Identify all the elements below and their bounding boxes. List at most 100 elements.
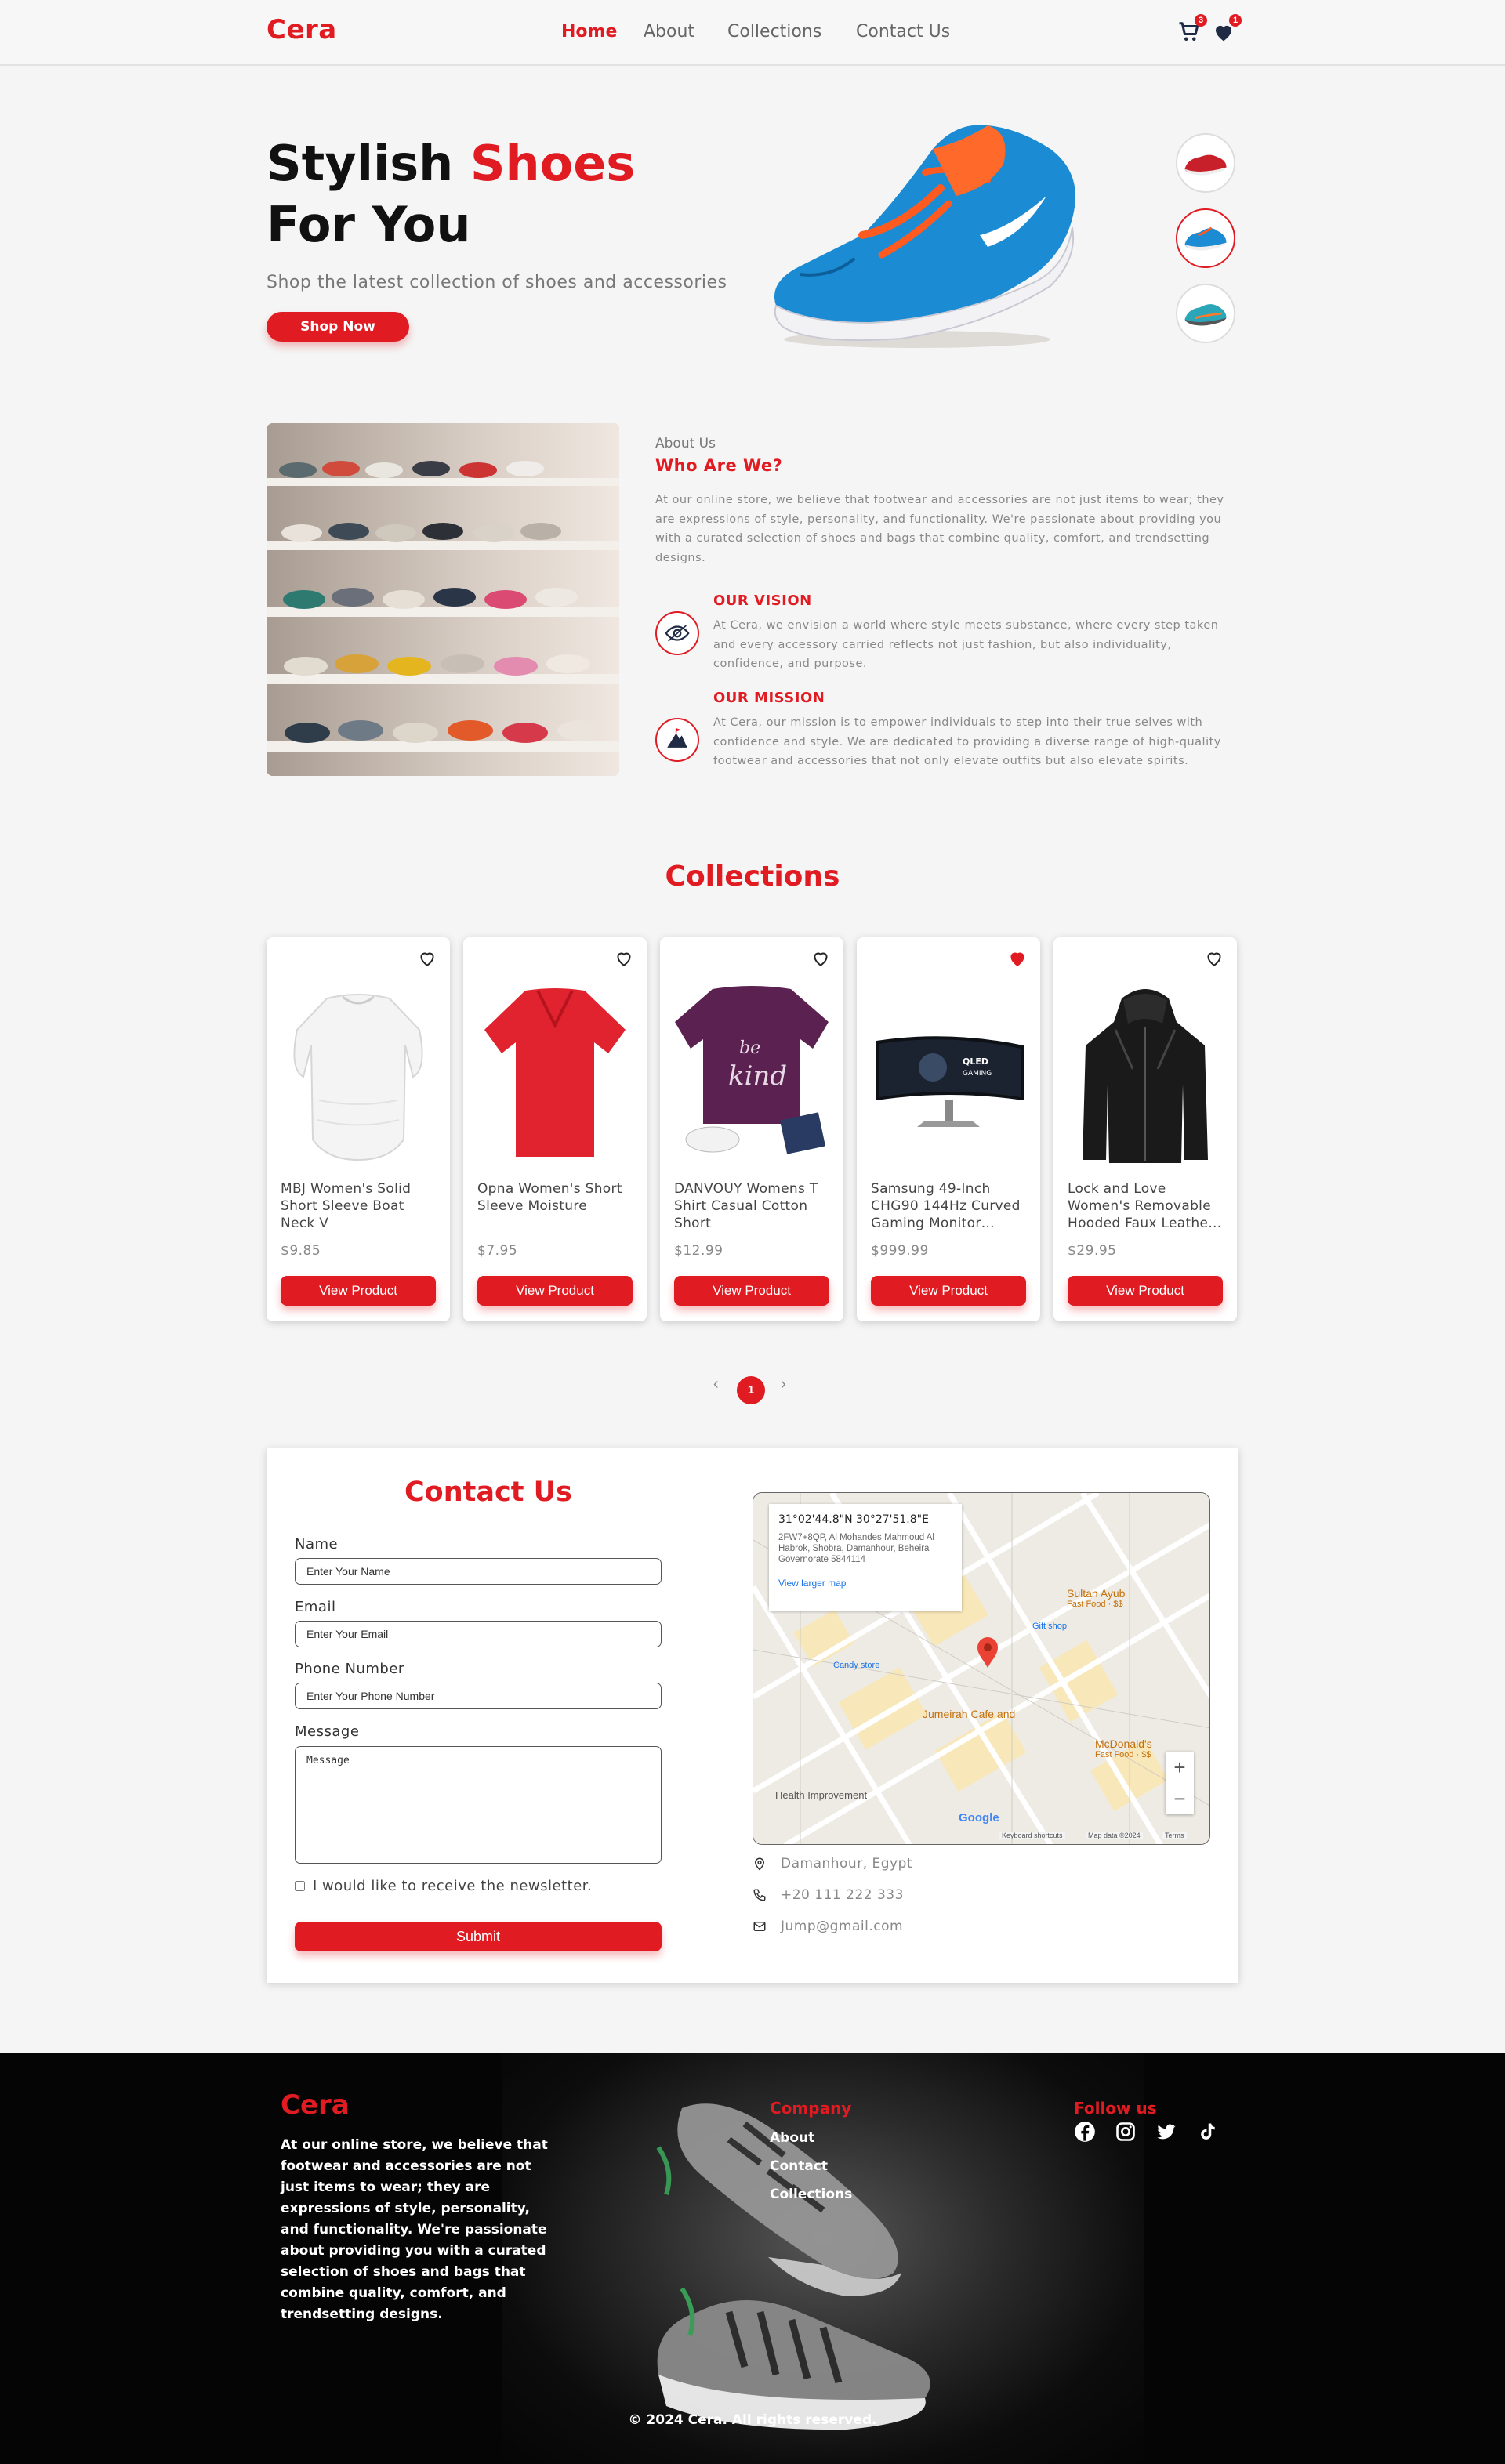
map-label-sultan: Sultan Ayub bbox=[1067, 1587, 1126, 1600]
about-label: About Us bbox=[655, 436, 716, 451]
footer-link-collections[interactable]: Collections bbox=[770, 2187, 852, 2202]
product-card: QLED GAMING Samsung 49-Inch CHG90 144Hz … bbox=[857, 937, 1040, 1321]
nav-link-contact[interactable]: Contact Us bbox=[856, 22, 950, 42]
map-pin-icon bbox=[977, 1637, 998, 1668]
phone-text: +20 111 222 333 bbox=[781, 1887, 904, 1903]
nav-link-home[interactable]: Home bbox=[561, 22, 617, 42]
svg-text:QLED: QLED bbox=[963, 1056, 988, 1067]
hero-title-prefix: Stylish bbox=[267, 135, 454, 192]
phone-input[interactable] bbox=[295, 1683, 662, 1709]
hero-shoe-image bbox=[774, 125, 1075, 348]
zoom-in-button[interactable]: + bbox=[1166, 1752, 1194, 1783]
favorite-heart-icon-filled[interactable] bbox=[1007, 948, 1028, 969]
pagination-prev[interactable]: ‹ bbox=[713, 1375, 719, 1393]
map-data-label: Map data ©2024 bbox=[1086, 1832, 1143, 1839]
message-textarea[interactable] bbox=[295, 1746, 662, 1864]
favorite-heart-icon[interactable] bbox=[1204, 948, 1224, 969]
facebook-icon[interactable] bbox=[1074, 2121, 1096, 2143]
wishlist-count-badge: 1 bbox=[1229, 14, 1242, 27]
name-label: Name bbox=[295, 1536, 339, 1553]
tiktok-icon[interactable] bbox=[1196, 2121, 1218, 2143]
twitter-icon[interactable] bbox=[1155, 2121, 1177, 2143]
message-label: Message bbox=[295, 1723, 360, 1740]
mission-title: OUR MISSION bbox=[713, 690, 825, 706]
about-heading: Who Are We? bbox=[655, 456, 783, 475]
shop-now-button[interactable]: Shop Now bbox=[267, 312, 409, 342]
navbar: Cera Home About Collections Contact Us 3… bbox=[0, 0, 1505, 66]
email-text: Jump@gmail.com bbox=[781, 1919, 904, 1934]
footer: Cera At our online store, we believe tha… bbox=[0, 2053, 1505, 2464]
favorite-heart-icon[interactable] bbox=[811, 948, 831, 969]
nav-link-collections[interactable]: Collections bbox=[727, 22, 821, 42]
product-price: $7.95 bbox=[477, 1243, 518, 1259]
map-address: 2FW7+8QP, Al Mohandes Mahmoud Al Habrok,… bbox=[778, 1533, 934, 1564]
product-card: MBJ Women's Solid Short Sleeve Boat Neck… bbox=[267, 937, 450, 1321]
favorite-heart-icon[interactable] bbox=[614, 948, 634, 969]
cart-button[interactable]: 3 bbox=[1177, 14, 1207, 45]
shoe-thumbnail-2[interactable] bbox=[1176, 208, 1235, 268]
view-product-button[interactable]: View Product bbox=[1068, 1276, 1223, 1306]
footer-about-text: At our online store, we believe that foo… bbox=[281, 2137, 548, 2322]
map-label-mcdonalds: McDonald's bbox=[1095, 1737, 1152, 1750]
shoe-thumbnail-1[interactable] bbox=[1176, 133, 1235, 193]
newsletter-option[interactable]: I would like to receive the newsletter. bbox=[295, 1878, 592, 1894]
terms-link[interactable]: Terms bbox=[1162, 1832, 1187, 1839]
product-price: $999.99 bbox=[871, 1243, 929, 1259]
newsletter-label: I would like to receive the newsletter. bbox=[313, 1878, 593, 1894]
vision-text: At Cera, we envision a world where style… bbox=[713, 619, 1219, 670]
mail-icon bbox=[753, 1922, 766, 1931]
view-product-button[interactable]: View Product bbox=[281, 1276, 436, 1306]
info-email: Jump@gmail.com bbox=[752, 1919, 903, 1934]
wishlist-button[interactable]: 1 bbox=[1212, 14, 1242, 45]
red-shoe-icon bbox=[1184, 154, 1227, 176]
zoom-out-button[interactable]: − bbox=[1166, 1783, 1194, 1814]
footer-follow-title: Follow us bbox=[1074, 2099, 1157, 2118]
email-label: Email bbox=[295, 1599, 336, 1615]
about-text: At our online store, we believe that foo… bbox=[655, 494, 1224, 564]
instagram-icon[interactable] bbox=[1115, 2121, 1137, 2143]
location-map[interactable]: 31°02'44.8"N 30°27'51.8"E 2FW7+8QP, Al M… bbox=[752, 1492, 1210, 1845]
hero-title: Stylish Shoes For You bbox=[267, 133, 635, 255]
map-label-fastfood-2: Fast Food · $$ bbox=[1095, 1750, 1151, 1759]
view-larger-map-link[interactable]: View larger map bbox=[778, 1578, 952, 1589]
brand-logo[interactable]: Cera bbox=[267, 14, 337, 45]
product-image-leather-jacket bbox=[1083, 989, 1208, 1163]
location-text: Damanhour, Egypt bbox=[781, 1856, 913, 1872]
pagination-next[interactable]: › bbox=[781, 1375, 786, 1393]
nav-link-about[interactable]: About bbox=[644, 22, 694, 42]
phone-icon bbox=[753, 1889, 766, 1901]
pagination-page-1[interactable]: 1 bbox=[737, 1376, 765, 1404]
contact-title: Contact Us bbox=[404, 1477, 572, 1508]
name-input[interactable] bbox=[295, 1558, 662, 1585]
footer-company-title: Company bbox=[770, 2099, 852, 2118]
location-pin-icon bbox=[754, 1857, 765, 1871]
product-image-purple-tshirt: be kind bbox=[675, 986, 829, 1154]
map-coordinates: 31°02'44.8"N 30°27'51.8"E bbox=[778, 1513, 929, 1526]
svg-text:be: be bbox=[739, 1038, 760, 1058]
view-product-button[interactable]: View Product bbox=[477, 1276, 633, 1306]
newsletter-checkbox[interactable] bbox=[295, 1881, 305, 1891]
mission-icon-badge bbox=[655, 718, 699, 762]
view-product-button[interactable]: View Product bbox=[871, 1276, 1026, 1306]
product-price: $12.99 bbox=[674, 1243, 723, 1259]
product-name: DANVOUY Womens T Shirt Casual Cotton Sho… bbox=[674, 1181, 818, 1231]
cart-count-badge: 3 bbox=[1195, 14, 1207, 27]
favorite-heart-icon[interactable] bbox=[417, 948, 437, 969]
map-label-health: Health Improvement bbox=[775, 1789, 868, 1801]
footer-logo[interactable]: Cera bbox=[281, 2089, 350, 2121]
keyboard-shortcuts-link[interactable]: Keyboard shortcuts bbox=[999, 1832, 1065, 1839]
shoe-thumbnail-3[interactable] bbox=[1176, 284, 1235, 343]
submit-button[interactable]: Submit bbox=[295, 1922, 662, 1951]
footer-link-contact[interactable]: Contact bbox=[770, 2158, 828, 2174]
product-price: $9.85 bbox=[281, 1243, 321, 1259]
vision-icon-badge bbox=[655, 611, 699, 655]
product-card: be kind DANVOUY Womens T Shirt Casual Co… bbox=[660, 937, 843, 1321]
info-location: Damanhour, Egypt bbox=[752, 1856, 912, 1872]
svg-text:kind: kind bbox=[728, 1060, 787, 1092]
hero-title-highlight: Shoes bbox=[470, 135, 636, 192]
mountain-icon bbox=[667, 727, 687, 748]
view-product-button[interactable]: View Product bbox=[674, 1276, 829, 1306]
email-input[interactable] bbox=[295, 1621, 662, 1647]
map-info-card: 31°02'44.8"N 30°27'51.8"E 2FW7+8QP, Al M… bbox=[769, 1504, 962, 1611]
footer-link-about[interactable]: About bbox=[770, 2130, 814, 2146]
